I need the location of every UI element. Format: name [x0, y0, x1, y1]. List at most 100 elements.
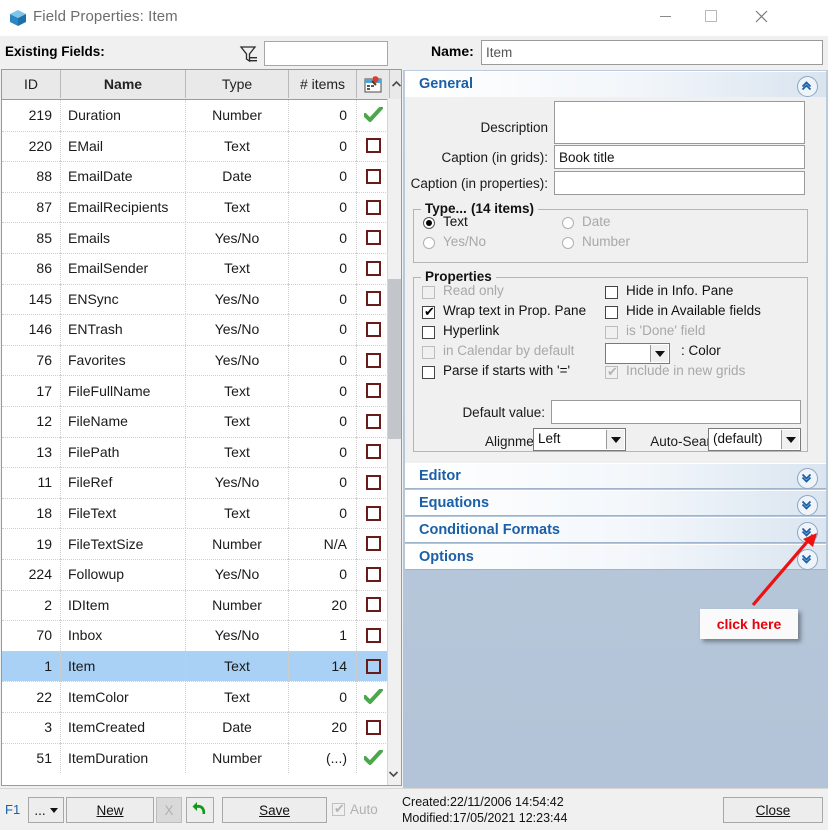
checkbox-hyperlink[interactable] [422, 326, 435, 339]
table-row[interactable]: 219 Duration Number 0 [2, 100, 390, 131]
section-header-options[interactable]: Options [405, 544, 826, 570]
cell-checkbox[interactable] [357, 161, 390, 192]
scroll-up-icon[interactable] [390, 70, 401, 98]
cell-checkbox[interactable] [357, 131, 390, 162]
cell-checkbox[interactable] [357, 712, 390, 743]
filter-icon[interactable] [237, 43, 259, 65]
cell-checkbox[interactable] [357, 284, 390, 315]
chevron-up-icon[interactable] [797, 76, 818, 97]
cell-checkbox[interactable] [357, 437, 390, 468]
table-row[interactable]: 76 Favorites Yes/No 0 [2, 344, 390, 376]
chevron-down-icon[interactable] [797, 495, 818, 516]
checkbox-is-done-field[interactable] [605, 326, 618, 339]
table-row[interactable]: 146 ENTrash Yes/No 0 [2, 314, 390, 345]
table-row[interactable]: 18 FileText Text 0 [2, 497, 390, 529]
cell-checkbox[interactable] [357, 590, 390, 621]
cell-checkbox[interactable] [357, 192, 390, 223]
cell-checkbox[interactable] [357, 559, 390, 590]
grid-vertical-scrollbar[interactable] [387, 99, 401, 785]
table-row[interactable]: 19 FileTextSize Number N/A [2, 528, 390, 559]
chevron-down-icon[interactable] [797, 549, 818, 570]
radio-type-number[interactable] [562, 237, 574, 249]
table-row[interactable]: 51 ItemDuration Number (...) [2, 742, 390, 774]
scrollbar-thumb[interactable] [388, 279, 401, 439]
cell-checkbox[interactable] [357, 467, 390, 498]
table-row[interactable]: 12 FileName Text 0 [2, 406, 390, 437]
table-row[interactable]: 224 Followup Yes/No 0 [2, 559, 390, 590]
cell-checkbox[interactable] [357, 406, 390, 437]
auto-search-select[interactable]: (default) [708, 428, 801, 451]
section-header-general[interactable]: General [405, 71, 826, 98]
table-row[interactable]: 11 FileRef Yes/No 0 [2, 467, 390, 498]
chevron-down-icon[interactable] [797, 522, 818, 543]
caption-grids-input[interactable] [554, 145, 805, 169]
chevron-down-icon[interactable] [781, 430, 799, 449]
chevron-down-icon[interactable] [606, 430, 624, 449]
default-value-input[interactable] [551, 400, 801, 424]
color-picker[interactable] [605, 343, 670, 364]
table-row[interactable]: 3 ItemCreated Date 20 [2, 712, 390, 743]
checkbox-hide-available-fields[interactable] [605, 306, 618, 319]
undo-button[interactable] [186, 797, 214, 823]
cell-checkbox[interactable] [357, 743, 390, 774]
column-header-type[interactable]: Type [186, 70, 289, 98]
auto-checkbox[interactable]: ✔ [332, 801, 345, 816]
alignment-select[interactable]: Left [533, 428, 626, 451]
cell-checkbox[interactable] [357, 620, 390, 651]
minimize-button[interactable] [642, 0, 688, 32]
table-row[interactable]: 17 FileFullName Text 0 [2, 375, 390, 406]
save-button[interactable]: Save [222, 797, 327, 823]
maximize-button[interactable] [688, 0, 734, 32]
chevron-down-icon[interactable] [797, 468, 818, 489]
column-header-items[interactable]: # items [289, 70, 357, 98]
cell-checkbox[interactable] [357, 681, 390, 712]
section-header-editor[interactable]: Editor [405, 463, 826, 489]
table-row[interactable]: 2 IDItem Number 20 [2, 589, 390, 621]
table-row[interactable]: 87 EmailRecipients Text 0 [2, 191, 390, 223]
table-row[interactable]: 70 Inbox Yes/No 1 [2, 620, 390, 651]
table-row[interactable]: 86 EmailSender Text 0 [2, 253, 390, 284]
f1-hint[interactable]: F1 [5, 802, 20, 817]
section-header-conditional-formats[interactable]: Conditional Formats [405, 517, 826, 543]
radio-type-date[interactable] [562, 217, 574, 229]
filter-input[interactable] [264, 41, 388, 66]
name-input[interactable] [481, 40, 823, 65]
section-header-equations[interactable]: Equations [405, 490, 826, 516]
checkbox-wrap-text[interactable]: ✔ [422, 305, 435, 319]
radio-type-yesno[interactable] [423, 237, 435, 249]
cell-checkbox[interactable] [357, 345, 390, 376]
cell-checkbox[interactable] [357, 253, 390, 284]
cell-checkbox[interactable] [357, 651, 390, 682]
checkbox-include-new-grids[interactable]: ✔ [605, 365, 618, 379]
chevron-down-icon[interactable] [650, 345, 668, 362]
column-header-id[interactable]: ID [2, 70, 61, 98]
column-header-name[interactable]: Name [61, 70, 186, 98]
checkbox-in-calendar[interactable] [422, 346, 435, 359]
close-button[interactable] [738, 0, 784, 32]
radio-type-text[interactable] [423, 217, 435, 229]
scroll-down-icon[interactable] [388, 765, 401, 785]
cell-checkbox[interactable] [357, 100, 390, 131]
close-dialog-button[interactable]: Close [723, 797, 823, 823]
checkbox-hide-info-pane[interactable] [605, 286, 618, 299]
table-row[interactable]: 145 ENSync Yes/No 0 [2, 283, 390, 315]
table-row[interactable]: 22 ItemColor Text 0 [2, 681, 390, 712]
caption-properties-input[interactable] [554, 171, 805, 195]
table-row[interactable]: 13 FilePath Text 0 [2, 436, 390, 468]
table-row[interactable]: 220 EMail Text 0 [2, 130, 390, 162]
cell-checkbox[interactable] [357, 222, 390, 253]
delete-button[interactable]: X [156, 797, 182, 823]
more-button[interactable]: ... [28, 797, 64, 823]
cell-checkbox[interactable] [357, 314, 390, 345]
checkbox-read-only[interactable] [422, 286, 435, 299]
checkbox-parse-equals[interactable] [422, 366, 435, 379]
cell-checkbox[interactable] [357, 498, 390, 529]
table-row[interactable]: 85 Emails Yes/No 0 [2, 222, 390, 253]
new-button[interactable]: New [66, 797, 154, 823]
cell-checkbox[interactable] [357, 375, 390, 406]
table-row[interactable]: 88 EmailDate Date 0 [2, 161, 390, 192]
cell-checkbox[interactable] [357, 528, 390, 559]
calendar-icon[interactable] [357, 70, 390, 98]
description-input[interactable] [554, 101, 805, 144]
table-row[interactable]: 1 Item Text 14 [2, 650, 390, 682]
